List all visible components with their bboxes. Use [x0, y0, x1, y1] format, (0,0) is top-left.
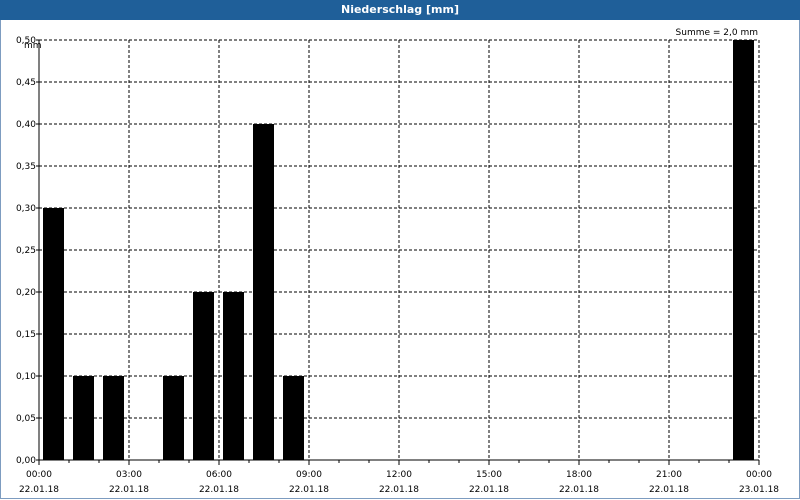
y-tick-label: 0,00	[16, 456, 36, 466]
precipitation-chart: Summe = 2,0 mm mm 0,000,050,100,150,200,…	[16, 28, 779, 495]
y-tick-labels: 0,00 0,05 0,10 0,15 0,20 0,25 0,30 0,35 0,40 0,45…	[16, 36, 36, 466]
y-tick-label: 0,05	[16, 414, 36, 424]
bar	[73, 376, 94, 460]
x-tick-time-label: 06:00	[206, 470, 232, 480]
y-tick-label: 0,45	[16, 78, 36, 88]
bar	[43, 208, 64, 460]
x-tick-labels: 00:00 22.01.18 03:00 22.01.18 06:00 22.01.18 0…	[19, 470, 779, 495]
x-tick-date-label: 22.01.18	[379, 485, 419, 495]
x-tick-date-label: 22.01.18	[469, 485, 509, 495]
bar	[223, 292, 244, 460]
y-tick-label: 0,15	[16, 330, 36, 340]
grid-lines	[39, 39, 760, 460]
bar	[103, 376, 124, 460]
x-tick-date-label: 23.01.18	[739, 485, 779, 495]
x-tick-date-label: 22.01.18	[19, 485, 59, 495]
bar	[733, 40, 754, 460]
y-tick-label: 0,50	[16, 36, 36, 46]
x-tick-date-label: 22.01.18	[199, 485, 239, 495]
x-tick-time-label: 12:00	[386, 470, 412, 480]
x-tick-date-label: 22.01.18	[289, 485, 329, 495]
y-tick-label: 0,30	[16, 204, 36, 214]
x-tick-time-label: 21:00	[656, 470, 682, 480]
bar	[253, 124, 274, 460]
x-tick-time-label: 15:00	[476, 470, 502, 480]
bar	[163, 376, 184, 460]
x-tick-date-label: 22.01.18	[559, 485, 599, 495]
x-tick-date-label: 22.01.18	[649, 485, 689, 495]
y-tick-label: 0,40	[16, 120, 36, 130]
x-tick-time-label: 00:00	[746, 470, 772, 480]
y-tick-label: 0,25	[16, 246, 36, 256]
sum-label: Summe = 2,0 mm	[676, 28, 758, 38]
x-tick-time-label: 09:00	[296, 470, 322, 480]
y-tick-label: 0,35	[16, 162, 36, 172]
bar	[193, 292, 214, 460]
x-tick-date-label: 22.01.18	[109, 485, 149, 495]
x-tick-time-label: 00:00	[26, 470, 52, 480]
x-tick-time-label: 18:00	[566, 470, 592, 480]
y-tick-label: 0,20	[16, 288, 36, 298]
bar	[283, 376, 304, 460]
x-tick-time-label: 03:00	[116, 470, 142, 480]
axes	[36, 39, 760, 465]
y-tick-label: 0,10	[16, 372, 36, 382]
